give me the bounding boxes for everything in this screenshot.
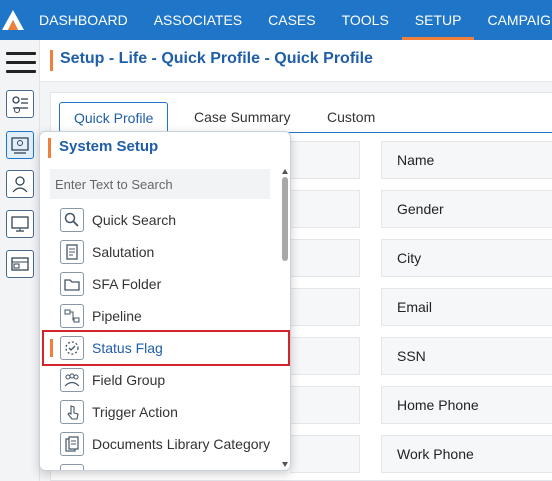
menu-item-label: Documents Library Category (92, 436, 271, 452)
list-icon (60, 464, 84, 470)
nav-dashboard[interactable]: DASHBOARD (26, 0, 141, 40)
nav-cases[interactable]: CASES (255, 0, 328, 40)
tab-quick-profile[interactable]: Quick Profile (59, 102, 169, 133)
field-left-slot[interactable] (290, 435, 360, 473)
scroll-up-arrow-icon[interactable] (282, 169, 288, 174)
menu-item-sfa-folder[interactable]: SFA Folder (44, 268, 286, 300)
pointer-icon (60, 400, 84, 424)
menu-item-label: Trigger Action (92, 404, 178, 420)
nav-setup[interactable]: SETUP (401, 0, 475, 40)
menu-item-label: Quick Search (92, 212, 177, 228)
monitor-icon[interactable] (6, 210, 34, 238)
header-accent (50, 50, 53, 71)
menu-item-label: Status Flag (92, 340, 163, 356)
field-gender[interactable]: Gender (381, 190, 552, 228)
user-icon[interactable] (6, 170, 34, 198)
document-icon (60, 240, 84, 264)
field-name[interactable]: Name (381, 141, 552, 179)
window-icon[interactable] (6, 250, 34, 278)
menu-item-trigger-action[interactable]: Trigger Action (44, 396, 286, 428)
menu-item-documents-library-category[interactable]: Documents Library Category (44, 428, 286, 460)
nav-tools[interactable]: TOOLS (329, 0, 402, 40)
folder-icon (60, 272, 84, 296)
profile-list-icon[interactable] (6, 90, 34, 118)
flyout-accent (48, 138, 51, 158)
status-flag-icon (60, 336, 84, 360)
flyout-search-input[interactable] (50, 169, 270, 199)
field-left-slot[interactable] (290, 190, 360, 228)
system-setup-icon[interactable] (6, 131, 34, 159)
menu-item-label: Salutation (92, 244, 155, 260)
hamburger-menu-icon[interactable] (6, 52, 36, 79)
menu-item-label: Pipeline (92, 308, 142, 324)
field-home-phone[interactable]: Home Phone (381, 386, 552, 424)
menu-item-partial[interactable] (44, 460, 286, 470)
nav-campaign[interactable]: CAMPAIGN (474, 0, 552, 40)
flyout-title: System Setup (59, 138, 159, 155)
field-ssn[interactable]: SSN (381, 337, 552, 375)
magnifier-icon (60, 208, 84, 232)
field-left-slot[interactable] (290, 239, 360, 277)
field-email[interactable]: Email (381, 288, 552, 326)
field-left-slot[interactable] (290, 337, 360, 375)
field-left-slot[interactable] (290, 288, 360, 326)
field-work-phone[interactable]: Work Phone (381, 435, 552, 473)
field-city[interactable]: City (381, 239, 552, 277)
menu-item-field-group[interactable]: Field Group (44, 364, 286, 396)
menu-item-salutation[interactable]: Salutation (44, 236, 286, 268)
menu-item-quick-search[interactable]: Quick Search (44, 204, 286, 236)
pipeline-icon (60, 304, 84, 328)
tab-case-summary[interactable]: Case Summary (180, 102, 304, 132)
menu-item-status-flag[interactable]: Status Flag (42, 330, 290, 366)
group-icon (60, 368, 84, 392)
page-title: Setup - Life - Quick Profile - Quick Pro… (60, 50, 373, 67)
menu-item-label: Field Group (92, 372, 166, 388)
tab-custom[interactable]: Custom (313, 102, 389, 132)
logo-icon (2, 10, 24, 30)
field-left-slot[interactable] (290, 141, 360, 179)
library-icon (60, 432, 84, 456)
menu-item-pipeline[interactable]: Pipeline (44, 300, 286, 332)
nav-associates[interactable]: ASSOCIATES (141, 0, 255, 40)
system-setup-flyout: System Setup Quick Search Salutation SFA… (39, 131, 291, 471)
app-logo[interactable] (0, 0, 26, 40)
breadcrumb-header: Setup - Life - Quick Profile - Quick Pro… (40, 40, 552, 82)
field-left-slot[interactable] (290, 386, 360, 424)
menu-item-label: SFA Folder (92, 276, 162, 292)
top-nav: DASHBOARD ASSOCIATES CASES TOOLS SETUP C… (0, 0, 552, 40)
